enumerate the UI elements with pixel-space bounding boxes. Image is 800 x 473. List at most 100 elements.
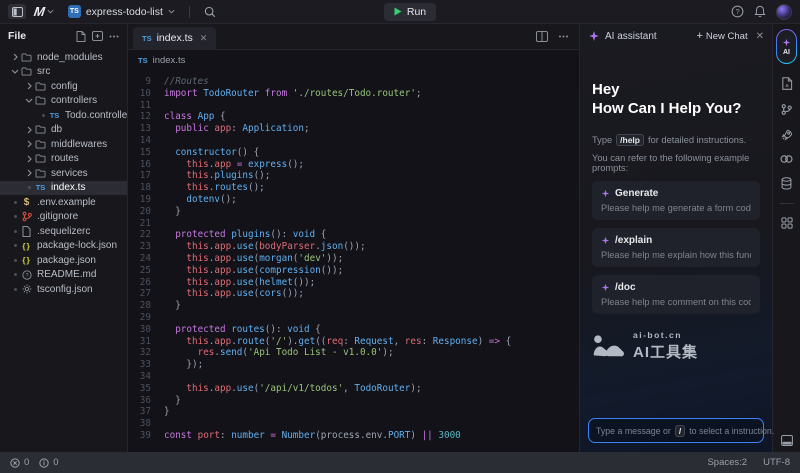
prompt-card-generate[interactable]: GeneratePlease help me generate a form c… [592,181,760,220]
line-number: 38 [128,418,164,430]
layout-sidebar-icon [12,7,23,17]
prompt-card-explain[interactable]: /explainPlease help me explain how this … [592,228,760,267]
ai-panel-header: AI assistant + New Chat ✕ [580,24,772,48]
rail-docs-button[interactable]: a [781,77,793,90]
config-file-icon [20,284,33,294]
rail-apps-grid-button[interactable] [781,217,793,229]
code-text: class App { [164,111,226,123]
line-number: 21 [128,218,164,230]
code-line: 24 this.app.use(morgan('dev')); [128,253,579,265]
tree-item-readme-md[interactable]: ?README.md [0,268,127,283]
folder-icon [21,67,32,76]
split-editor-icon[interactable] [536,31,548,42]
code-text: constructor() { [164,147,259,159]
ai-prompts-intro: You can refer to the following example p… [592,153,760,173]
tree-item-label: Todo.controller.ts [65,110,127,121]
tree-item-label: middlewares [51,139,107,150]
ide-window: M TS express-todo-list Run ? [0,0,800,473]
project-switcher[interactable]: TS express-todo-list [68,5,175,18]
tree-item-config[interactable]: config [0,79,127,94]
code-line: 35 this.app.use('/api/v1/todos', TodoRou… [128,383,579,395]
indentation-setting[interactable]: Spaces:2 [707,457,747,468]
folder-icon [20,67,33,76]
breadcrumb[interactable]: TS index.ts [128,50,579,70]
notifications-button[interactable] [754,5,766,18]
status-bar: 0 0 Spaces:2 UTF-8 [0,452,800,473]
help-button[interactable]: ? [731,5,744,18]
error-icon [10,458,20,468]
code-editor[interactable]: 9//Routes10import TodoRouter from './rou… [128,70,579,452]
tree-item-middlewares[interactable]: middlewares [0,137,127,152]
rail-link-button[interactable] [780,154,793,164]
source-control-icon [781,103,792,116]
code-text: } [164,206,181,218]
tree-item-todo-controller-ts[interactable]: TSTodo.controller.ts [0,108,127,123]
code-line: 13 public app: Application; [128,123,579,135]
problems-errors[interactable]: 0 [10,457,29,468]
tree-item--gitignore[interactable]: .gitignore [0,210,127,225]
line-number: 31 [128,336,164,348]
bell-icon [754,5,766,18]
line-number: 30 [128,324,164,336]
new-chat-button[interactable]: + New Chat [696,30,747,42]
folder-icon [34,169,47,178]
rail-source-control-button[interactable] [781,103,792,116]
code-line: 25 this.app.use(compression()); [128,265,579,277]
code-line: 12class App { [128,111,579,123]
tree-item--env-example[interactable]: $.env.example [0,195,127,210]
rail-ai-button[interactable]: AI [776,29,797,64]
tree-item-label: services [51,168,88,179]
topbar-divider [189,6,190,18]
line-number: 23 [128,241,164,253]
app-menu-button[interactable]: M [34,4,54,19]
rail-deploy-rocket-button[interactable] [781,129,793,141]
tree-item-package-json[interactable]: {}package.json [0,253,127,268]
tree-item-tsconfig-json[interactable]: tsconfig.json [0,282,127,297]
tree-item-services[interactable]: services [0,166,127,181]
tree-item-package-lock-json[interactable]: {}package-lock.json [0,239,127,254]
rail-panel-bottom-button[interactable] [781,435,793,446]
tab-close-icon[interactable]: ✕ [200,33,208,44]
tree-item-label: controllers [51,95,97,106]
folder-icon [34,125,47,134]
tree-item-label: db [51,124,62,135]
tree-item-routes[interactable]: routes [0,152,127,167]
editor-more-icon[interactable] [558,35,569,38]
search-button[interactable] [204,6,216,18]
help-command-chip[interactable]: /help [616,134,644,146]
tree-item-index-ts[interactable]: TSindex.ts [0,181,127,196]
file-tree: node_modulessrcconfigcontrollers TSTodo.c… [0,48,127,452]
tree-item-src[interactable]: src [0,65,127,80]
rail-database-button[interactable] [781,177,792,190]
ai-help-suffix: for detailed instructions. [648,135,746,145]
file-explorer-panel: File node_modulessrcconfigcontrollersTST… [0,24,128,452]
code-text: this.app.use('/api/v1/todos', TodoRouter… [164,383,422,395]
watermark: ai-bot.cn AI工具集 [592,330,760,362]
tree-item-db[interactable]: db [0,123,127,138]
code-line: 23 this.app.use(bodyParser.json()); [128,241,579,253]
new-file-icon[interactable] [76,31,86,42]
tree-item--sequelizerc[interactable]: .sequelizerc [0,224,127,239]
encoding-setting[interactable]: UTF-8 [763,457,790,468]
line-number: 36 [128,395,164,407]
editor-area: TS index.ts ✕ TS index.ts 9//Routes10imp… [128,24,579,452]
prompt-card-doc[interactable]: /docPlease help me comment on this code. [592,275,760,314]
code-text: }); [164,359,203,371]
chevron-right-icon [24,82,34,90]
sidebar-toggle-button[interactable] [8,4,26,19]
code-text: this.app.use(compression()); [164,265,343,277]
tab-index-ts[interactable]: TS index.ts ✕ [133,27,216,49]
more-actions-icon[interactable] [109,35,119,38]
docs-icon: a [781,77,793,90]
ai-message-input[interactable]: Type a message or / to select a instruct… [588,418,764,443]
file-status-dot [10,259,20,262]
user-avatar[interactable] [776,4,792,20]
help-icon: ? [731,5,744,18]
new-folder-icon[interactable] [92,31,103,41]
run-button[interactable]: Run [384,3,436,21]
tree-item-controllers[interactable]: controllers [0,94,127,109]
breadcrumb-label: index.ts [153,55,186,66]
tree-item-node-modules[interactable]: node_modules [0,50,127,65]
problems-info[interactable]: 0 [39,457,58,468]
ai-panel-close-icon[interactable]: ✕ [756,31,764,42]
